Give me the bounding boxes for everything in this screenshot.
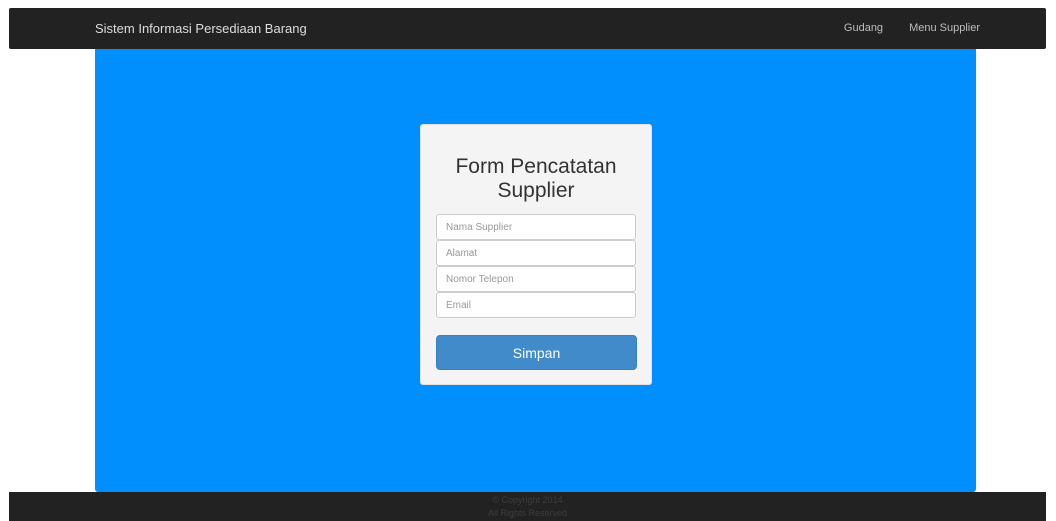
top-navbar: Sistem Informasi Persediaan Barang Gudan… <box>9 8 1046 49</box>
nav-links: Gudang Menu Supplier <box>844 8 980 49</box>
form-title-line2: Supplier <box>497 179 575 202</box>
supplier-form-card: Form Pencatatan Supplier Simpan <box>420 124 652 385</box>
simpan-button[interactable]: Simpan <box>436 335 637 370</box>
nav-link-menu-supplier[interactable]: Menu Supplier <box>909 8 980 49</box>
main-content: Form Pencatatan Supplier Simpan <box>95 49 976 492</box>
form-title: Form Pencatatan Supplier <box>421 155 651 203</box>
nama-supplier-input[interactable] <box>436 214 636 240</box>
form-title-line1: Form Pencatatan <box>455 155 617 178</box>
email-input[interactable] <box>436 292 636 318</box>
footer-copyright: © Copyright 2014 <box>492 495 563 505</box>
footer-rights: All Rights Reserved <box>487 508 568 518</box>
nomor-telepon-input[interactable] <box>436 266 636 292</box>
alamat-input[interactable] <box>436 240 636 266</box>
brand-link[interactable]: Sistem Informasi Persediaan Barang <box>95 8 307 49</box>
footer: © Copyright 2014 All Rights Reserved <box>9 492 1046 521</box>
nav-link-gudang[interactable]: Gudang <box>844 8 883 49</box>
